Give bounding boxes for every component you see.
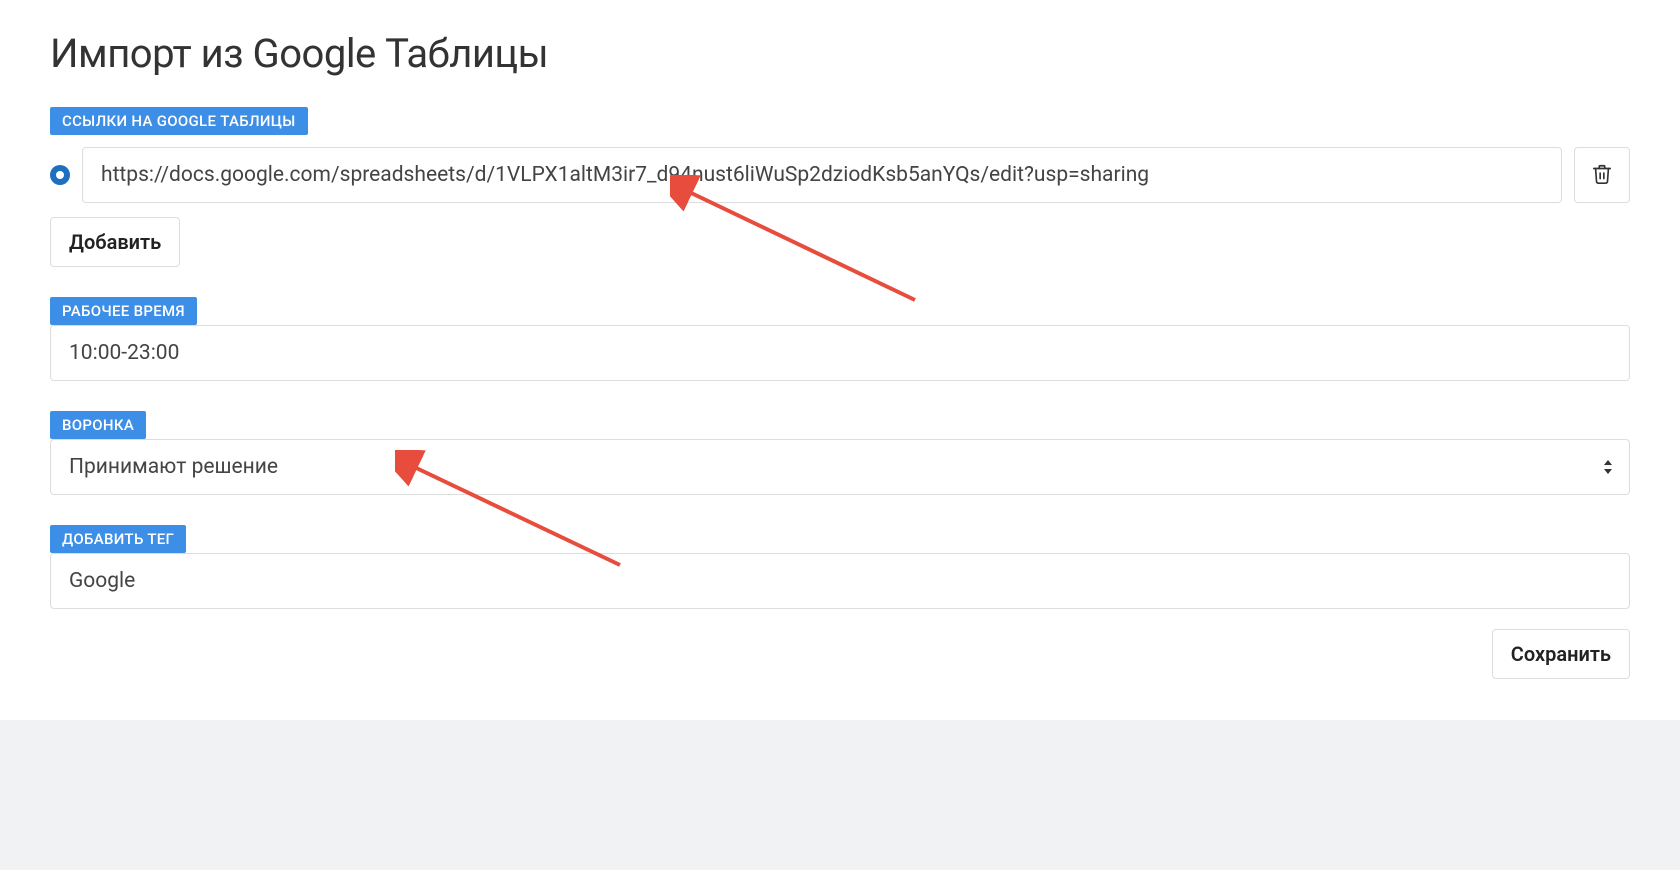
link-row (50, 147, 1630, 203)
section-label-worktime: РАБОЧЕЕ ВРЕМЯ (50, 297, 197, 325)
section-label-funnel: ВОРОНКА (50, 411, 146, 439)
save-button[interactable]: Сохранить (1492, 629, 1630, 679)
link-url-input[interactable] (82, 147, 1562, 203)
section-label-links: ССЫЛКИ НА GOOGLE ТАБЛИЦЫ (50, 107, 308, 135)
section-label-tag: ДОБАВИТЬ ТЕГ (50, 525, 186, 553)
work-time-input[interactable] (50, 325, 1630, 381)
delete-link-button[interactable] (1574, 147, 1630, 203)
add-link-button[interactable]: Добавить (50, 217, 180, 267)
funnel-select[interactable] (50, 439, 1630, 495)
radio-selected-icon[interactable] (50, 165, 70, 185)
tag-input[interactable] (50, 553, 1630, 609)
trash-icon (1591, 163, 1613, 188)
page-title: Импорт из Google Таблицы (50, 30, 1630, 77)
